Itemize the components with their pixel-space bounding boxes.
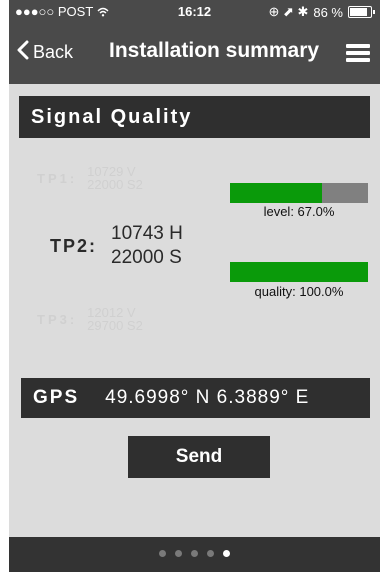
level-bar [230,183,368,203]
gps-panel: GPS 49.6998° N 6.3889° E [21,378,370,418]
tp1-label: TP1: [37,170,78,186]
page-dot[interactable] [191,550,198,557]
navigation-bar: Back Installation summary [9,22,380,84]
app-screen: ●●●○○ POST 16:12 ⊕ ⬈ ✱ 86 % Back Install… [9,0,380,572]
transponder-tp1: TP1: 10729 V 22000 S2 [37,165,143,191]
page-dot[interactable] [175,550,182,557]
tp3-label: TP3: [37,311,78,327]
signal-quality-title: Signal Quality [31,105,193,128]
page-footer [9,537,380,572]
battery-icon [348,6,375,18]
page-title: Installation summary [109,39,320,62]
page-dot[interactable] [159,550,166,557]
hamburger-menu-icon[interactable] [346,44,370,62]
chevron-left-icon [17,40,29,65]
tp1-symbol-rate: 22000 S2 [87,177,143,192]
battery-percent: 86 % [313,4,343,20]
quality-caption: quality: 100.0% [254,284,344,299]
level-caption: level: 67.0% [263,204,335,219]
top-bar: ●●●○○ POST 16:12 ⊕ ⬈ ✱ 86 % Back Install… [9,0,380,84]
level-bar-fill [230,183,323,203]
quality-bar [230,262,368,282]
status-indicator-icons: ⊕ ⬈ ✱ [268,4,309,19]
battery-fill [350,8,367,16]
page-dot[interactable] [223,550,230,557]
tp2-frequency: 10743 H [111,223,183,244]
gps-coordinates: 49.6998° N 6.3889° E [105,387,310,408]
back-button[interactable]: Back [17,40,73,65]
tp2-label: TP2: [50,235,98,256]
gps-label: GPS [33,387,80,408]
page-indicator [9,550,380,557]
status-right: ⊕ ⬈ ✱ 86 % [268,4,375,20]
back-label: Back [33,42,74,62]
send-button[interactable]: Send [128,436,270,478]
quality-bar-fill [230,262,368,282]
transponder-tp3: TP3: 12012 V 29700 S2 [37,306,143,332]
tp2-symbol-rate: 22000 S [111,247,182,268]
status-bar: ●●●○○ POST 16:12 ⊕ ⬈ ✱ 86 % [9,0,380,22]
signal-quality-header: Signal Quality [19,96,370,138]
page-dot[interactable] [207,550,214,557]
transponder-tp2: TP2: 10743 H 22000 S [50,222,183,270]
tp3-symbol-rate: 29700 S2 [87,318,143,333]
